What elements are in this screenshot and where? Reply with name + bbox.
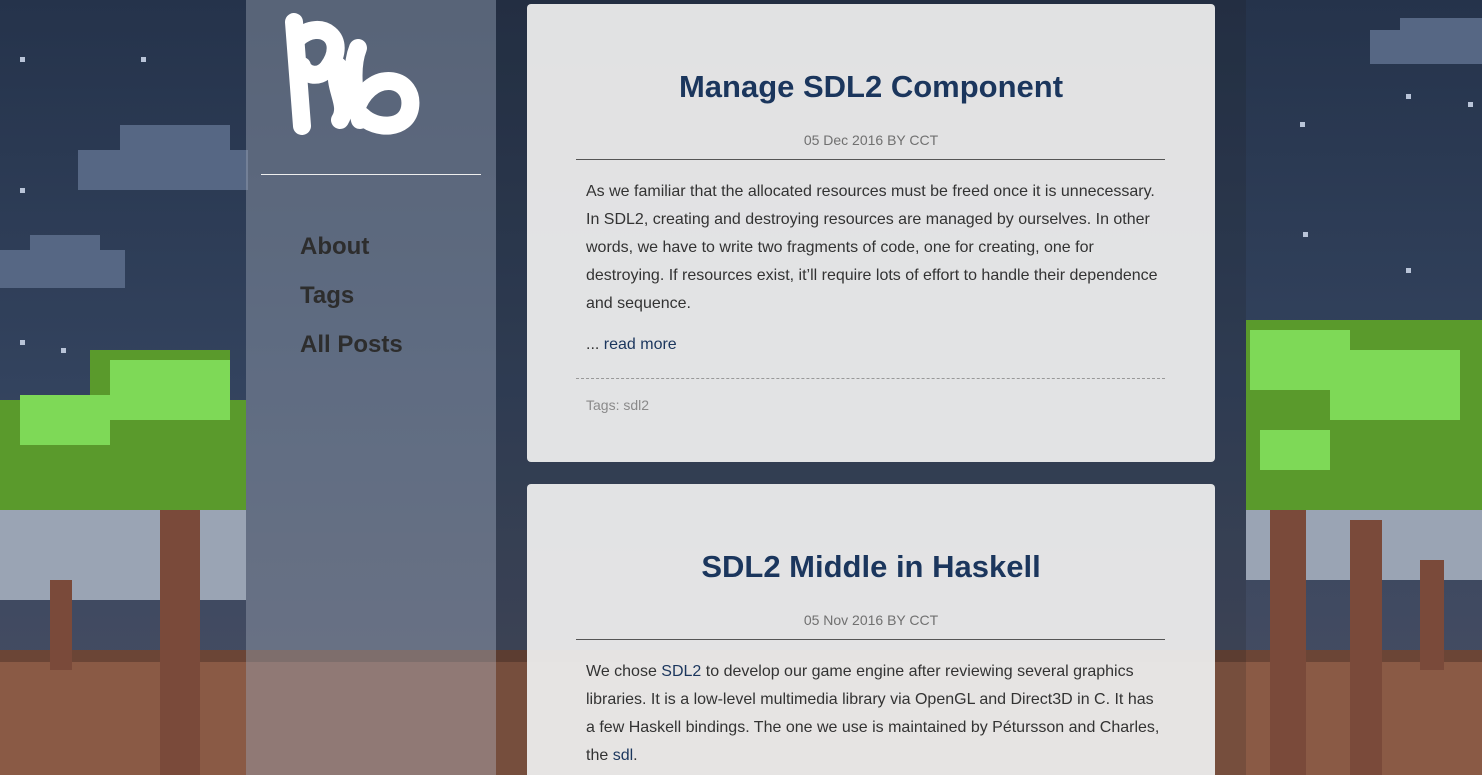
nav-all-posts[interactable]: All Posts [300,330,403,360]
post-excerpt: As we familiar that the allocated resour… [586,183,1158,312]
sdl2-link[interactable]: SDL2 [661,663,701,680]
sidebar: About Tags All Posts [246,0,496,775]
post-title[interactable]: Manage SDL2 Component [527,68,1215,106]
logo-mark [285,13,420,135]
tag-link[interactable]: sdl2 [623,397,649,413]
excerpt-text: . [633,747,638,764]
post-meta-divider [576,639,1165,640]
read-more-link[interactable]: read more [604,336,677,353]
nav-about[interactable]: About [300,232,403,262]
post-card: SDL2 Middle in Haskell 05 Nov 2016 BY CC… [527,484,1215,775]
post-meta: 05 Nov 2016 BY CCT [803,612,939,628]
nav-tags[interactable]: Tags [300,281,403,311]
excerpt-text: We chose [586,663,662,680]
post-card: Manage SDL2 Component 05 Dec 2016 BY CCT… [527,4,1215,462]
post-meta-divider [576,159,1165,160]
tags-label: Tags: [586,397,620,413]
sidebar-nav: About Tags All Posts [300,232,403,379]
post-excerpt: We chose SDL2 to develop our game engine… [586,658,1166,770]
site-logo[interactable] [280,8,430,143]
read-more: ... read more [586,336,677,354]
post-footer-divider [576,378,1165,379]
post-title[interactable]: SDL2 Middle in Haskell [527,548,1215,586]
post-meta: 05 Dec 2016 BY CCT [803,132,939,148]
sidebar-divider [261,174,481,175]
sdl-link[interactable]: sdl [613,747,633,764]
post-tags: Tags: sdl2 [586,397,649,413]
read-more-prefix: ... [586,336,604,353]
